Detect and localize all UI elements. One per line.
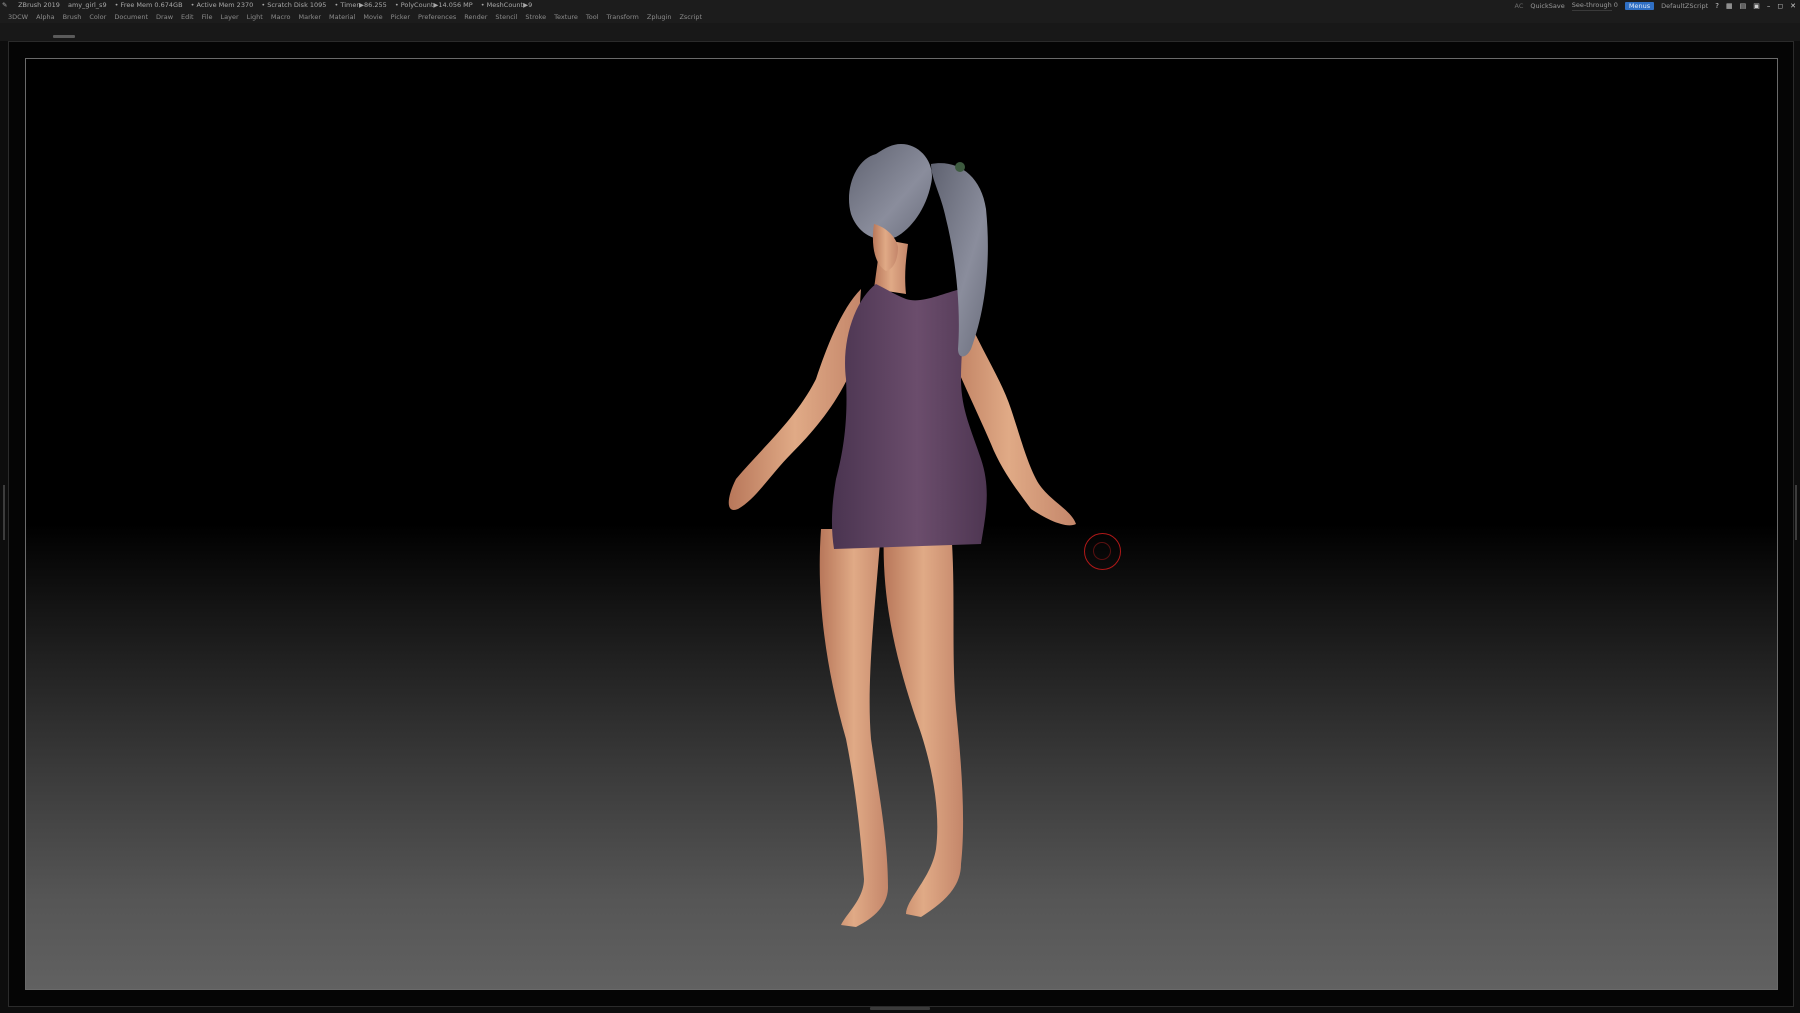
- timer: • Timer▶86.255: [334, 1, 387, 9]
- title-bar: ✎ ZBrush 2019 amy_girl_s9 • Free Mem 0.6…: [0, 0, 1800, 11]
- menu-item-material[interactable]: Material: [329, 11, 355, 23]
- hair-tie: [955, 162, 965, 172]
- title-info: ✎ ZBrush 2019 amy_girl_s9 • Free Mem 0.6…: [2, 0, 538, 11]
- quicksave-button[interactable]: QuickSave: [1530, 1, 1564, 12]
- default-zscript-button[interactable]: DefaultZScript: [1661, 1, 1708, 12]
- layout-icon[interactable]: ▦: [1726, 1, 1733, 12]
- menu-item-edit[interactable]: Edit: [181, 11, 194, 23]
- app-name: ZBrush 2019: [18, 1, 60, 9]
- menu-item-stencil[interactable]: Stencil: [495, 11, 517, 23]
- left-leg: [819, 529, 888, 927]
- menu-item-picker[interactable]: Picker: [391, 11, 410, 23]
- menu-bar: 3DCW Alpha Brush Color Document Draw Edit File L…: [0, 11, 1800, 23]
- menu-item-zplugin[interactable]: Zplugin: [647, 11, 672, 23]
- file-name: amy_girl_s9: [67, 1, 107, 9]
- see-through-label: See-through 0: [1571, 1, 1618, 9]
- menu-item-alpha[interactable]: Alpha: [36, 11, 54, 23]
- shelf-tab[interactable]: [53, 35, 75, 38]
- restore-icon[interactable]: ◻: [1777, 1, 1783, 12]
- bottom-tray-handle[interactable]: [870, 1007, 930, 1010]
- menu-item-render[interactable]: Render: [464, 11, 487, 23]
- meshcount: • MeshCount▶9: [480, 1, 533, 9]
- menu-item-zscript[interactable]: Zscript: [679, 11, 702, 23]
- menu-item-layer[interactable]: Layer: [221, 11, 239, 23]
- polycount: • PolyCount▶14.056 MP: [394, 1, 473, 9]
- ac-button[interactable]: AC: [1514, 1, 1523, 12]
- close-icon[interactable]: ✕: [1790, 1, 1796, 12]
- top-shelf: [0, 23, 1800, 41]
- minimize-icon[interactable]: –: [1767, 1, 1771, 12]
- menu-item-color[interactable]: Color: [89, 11, 106, 23]
- menu-item-3dcw[interactable]: 3DCW: [8, 11, 28, 23]
- menu-item-macro[interactable]: Macro: [271, 11, 291, 23]
- character-model: [728, 144, 1076, 927]
- menu-item-transform[interactable]: Transform: [607, 11, 639, 23]
- left-tray-handle[interactable]: [3, 485, 5, 540]
- menu-item-brush[interactable]: Brush: [63, 11, 82, 23]
- script-icon[interactable]: ▤: [1740, 1, 1747, 12]
- menu-item-stroke[interactable]: Stroke: [525, 11, 546, 23]
- zbrush-logo-icon[interactable]: ✎: [2, 0, 10, 11]
- brush-cursor-icon: [1084, 533, 1121, 570]
- lock-icon[interactable]: ▣: [1753, 1, 1760, 12]
- menu-items: 3DCW Alpha Brush Color Document Draw Edit File L…: [8, 11, 702, 23]
- menu-item-document[interactable]: Document: [114, 11, 148, 23]
- menu-item-file[interactable]: File: [202, 11, 213, 23]
- menu-item-tool[interactable]: Tool: [586, 11, 599, 23]
- menus-toggle[interactable]: Menus: [1624, 2, 1655, 10]
- brush-cursor-inner: [1093, 542, 1111, 560]
- free-mem: • Free Mem 0.674GB: [114, 1, 183, 9]
- help-icon[interactable]: ?: [1715, 1, 1719, 12]
- right-leg: [883, 529, 964, 917]
- menu-item-texture[interactable]: Texture: [554, 11, 578, 23]
- menu-item-movie[interactable]: Movie: [363, 11, 382, 23]
- scratch-disk: • Scratch Disk 1095: [261, 1, 327, 9]
- canvas-viewport[interactable]: [25, 58, 1778, 990]
- right-tray-handle[interactable]: [1795, 485, 1797, 540]
- menu-item-draw[interactable]: Draw: [156, 11, 173, 23]
- menu-item-light[interactable]: Light: [247, 11, 263, 23]
- menu-item-marker[interactable]: Marker: [299, 11, 321, 23]
- active-mem: • Active Mem 2370: [190, 1, 254, 9]
- menu-item-preferences[interactable]: Preferences: [418, 11, 456, 23]
